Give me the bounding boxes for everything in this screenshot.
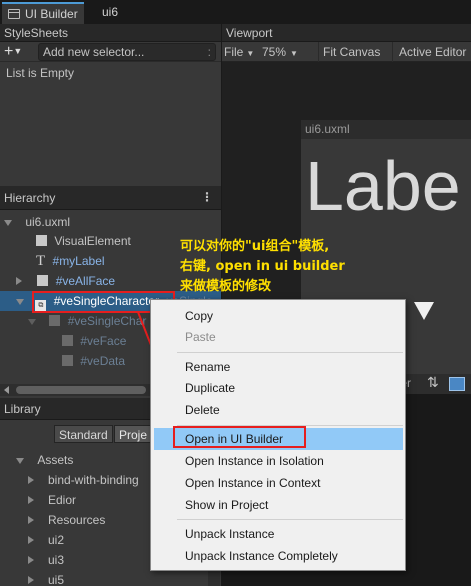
expand-arrow-icon[interactable] — [16, 277, 22, 285]
visual-element-icon — [37, 275, 49, 286]
menu-item-show-in-project[interactable]: Show in Project — [185, 495, 268, 515]
more-options-icon[interactable]: ⋮ — [201, 190, 213, 204]
viewport-title: Viewport — [222, 24, 471, 42]
folder-label: ui5 — [48, 573, 65, 586]
list-item[interactable]: Resources — [28, 510, 139, 530]
menu-item-paste: Paste — [185, 330, 216, 344]
viewport-bottom-bar: ter ⇅ — [397, 374, 471, 394]
file-menu-label: File — [224, 45, 244, 59]
active-editor-button[interactable]: Active Editor — [392, 42, 466, 62]
tree-item-veallface[interactable]: #veAllFace — [16, 271, 115, 291]
expand-arrow-icon[interactable] — [28, 496, 34, 504]
triangle-down-icon — [414, 302, 434, 320]
add-selector-placeholder: Add new selector... — [43, 45, 145, 59]
zoom-label: 75% — [262, 45, 287, 59]
annotation-text: 可以对你的"ui组合"模板, 右键, open in ui builder 来做… — [180, 237, 345, 297]
expand-arrow-icon[interactable] — [28, 556, 34, 564]
menu-item-unpack-instance[interactable]: Unpack Instance — [185, 524, 274, 544]
add-selector-input[interactable]: Add new selector... : — [38, 43, 216, 61]
tab-ui6[interactable]: ui6 — [96, 2, 124, 24]
list-item[interactable]: ui5 — [28, 570, 139, 586]
add-stylesheet-button[interactable]: +▼ — [4, 43, 36, 60]
annotation-line: 来做模板的修改 — [180, 279, 272, 294]
tree-item-label: #veAllFace — [55, 274, 116, 288]
list-item[interactable]: bind-with-binding — [28, 470, 139, 490]
annotation-line: 可以对你的"ui组合"模板, — [180, 239, 330, 254]
document-header: ui6.uxml — [301, 120, 471, 139]
dropdown-caret-icon: ▼ — [13, 46, 23, 56]
menu-item-delete[interactable]: Delete — [185, 400, 220, 420]
tree-item-label: VisualElement — [54, 234, 131, 248]
tab-standard[interactable]: Standard — [54, 425, 113, 443]
annotation-highlight-box-menu — [173, 426, 306, 448]
colon-icon: : — [207, 45, 211, 59]
sort-icon[interactable]: ⇅ — [427, 374, 439, 391]
visual-element-icon — [36, 235, 47, 246]
dropdown-caret-icon: ▼ — [246, 49, 255, 58]
menu-item-open-instance-isolation[interactable]: Open Instance in Isolation — [185, 451, 324, 471]
scrollbar-thumb[interactable] — [16, 386, 146, 394]
preview-label-text: Labe — [305, 147, 461, 225]
menu-item-duplicate[interactable]: Duplicate — [185, 378, 235, 398]
tab-ui-builder[interactable]: UI Builder — [2, 2, 84, 24]
expand-arrow-icon[interactable] — [4, 220, 12, 226]
expand-arrow-icon[interactable] — [28, 476, 34, 484]
folder-label: ui3 — [48, 553, 65, 567]
folder-label: bind-with-binding — [48, 473, 139, 487]
visual-element-icon — [62, 335, 73, 346]
tree-item-vedata[interactable]: #veData — [62, 351, 125, 371]
menu-item-unpack-instance-completely[interactable]: Unpack Instance Completely — [185, 546, 338, 566]
library-folder-list: bind-with-binding Edior Resources ui2 ui… — [28, 470, 139, 586]
list-item[interactable]: ui3 — [28, 550, 139, 570]
stylesheets-title: StyleSheets — [0, 24, 221, 42]
menu-separator — [177, 519, 403, 520]
tree-item-label: #veFace — [80, 334, 127, 348]
assets-label: Assets — [37, 453, 74, 467]
window-tab-bar: UI Builder ui6 — [0, 0, 471, 24]
tree-item-vesinglechar[interactable]: #veSingleChar — [28, 311, 146, 331]
fit-canvas-button[interactable]: Fit Canvas — [318, 42, 380, 62]
folder-label: ui2 — [48, 533, 65, 547]
tree-item-veface[interactable]: #veFace — [62, 331, 126, 351]
hierarchy-root-row[interactable]: ui6.uxml — [4, 212, 70, 232]
menu-item-copy[interactable]: Copy — [185, 306, 213, 326]
dropdown-caret-icon: ▼ — [290, 49, 298, 58]
list-item[interactable]: ui2 — [28, 530, 139, 550]
plus-icon: + — [4, 43, 14, 60]
expand-arrow-icon[interactable] — [28, 576, 34, 584]
stylesheets-toolbar: +▼ Add new selector... : — [0, 42, 221, 62]
tree-item-mylabel[interactable]: T #myLabel — [36, 251, 105, 271]
visual-element-icon — [62, 355, 73, 366]
text-label-icon: T — [36, 253, 46, 269]
list-item[interactable]: Edior — [28, 490, 139, 510]
layout-toggle-icon[interactable] — [449, 377, 465, 391]
viewport-toolbar: File ▼ 75% ▼ Fit Canvas Active Editor — [222, 42, 471, 62]
window-icon — [8, 9, 20, 19]
expand-arrow-icon[interactable] — [28, 536, 34, 544]
visual-element-icon — [49, 315, 61, 326]
tab-ui-builder-label: UI Builder — [25, 7, 78, 21]
stylesheets-empty-text: List is Empty — [6, 66, 75, 80]
menu-item-rename[interactable]: Rename — [185, 357, 230, 377]
expand-arrow-icon[interactable] — [28, 319, 36, 325]
folder-label: Edior — [48, 493, 77, 507]
expand-arrow-icon[interactable] — [16, 299, 24, 305]
tab-project[interactable]: Proje — [114, 425, 153, 443]
tab-ui6-label: ui6 — [102, 5, 119, 19]
hierarchy-title: Hierarchy — [0, 186, 221, 210]
annotation-line: 右键, open in ui builder — [180, 259, 345, 274]
expand-arrow-icon[interactable] — [28, 516, 34, 524]
scroll-left-icon[interactable] — [4, 386, 9, 394]
zoom-dropdown[interactable]: 75% ▼ — [262, 42, 298, 62]
tree-item-label: #veData — [80, 354, 126, 368]
hierarchy-root-label: ui6.uxml — [25, 215, 71, 229]
file-menu[interactable]: File ▼ — [224, 42, 254, 62]
menu-item-open-instance-context[interactable]: Open Instance in Context — [185, 473, 320, 493]
folder-label: Resources — [48, 513, 106, 527]
tree-item-visualelement[interactable]: VisualElement — [36, 231, 131, 251]
tree-item-label: #myLabel — [52, 254, 105, 268]
menu-separator — [177, 352, 403, 353]
assets-root-row[interactable]: Assets — [16, 450, 73, 470]
expand-arrow-icon[interactable] — [16, 458, 24, 464]
